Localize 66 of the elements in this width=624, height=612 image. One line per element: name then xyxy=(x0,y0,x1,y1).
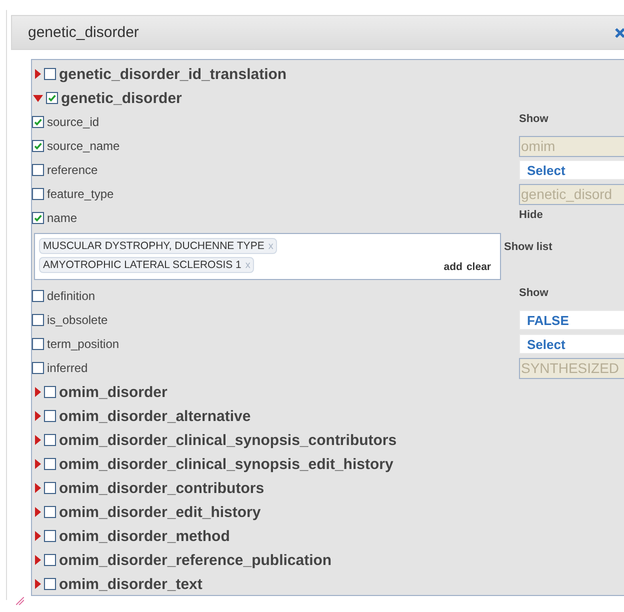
checkbox[interactable] xyxy=(44,434,56,446)
table-name[interactable]: genetic_disorder_id_translation xyxy=(59,66,287,82)
select-dropdown[interactable]: Select xyxy=(519,160,624,180)
field-name[interactable]: definition xyxy=(47,289,96,303)
checkbox[interactable] xyxy=(32,164,44,176)
collapsed-triangle-icon[interactable] xyxy=(35,579,41,589)
checkbox[interactable] xyxy=(44,554,56,566)
field-name[interactable]: inferred xyxy=(47,361,88,375)
filter-tag: AMYOTROPHIC LATERAL SCLEROSIS 1 x xyxy=(39,257,254,273)
checkbox[interactable] xyxy=(44,386,56,398)
checkbox[interactable] xyxy=(46,92,58,104)
table-name[interactable]: omim_disorder_edit_history xyxy=(59,504,261,520)
table-name[interactable]: omim_disorder_text xyxy=(59,576,202,592)
resize-handle-icon[interactable] xyxy=(16,597,24,605)
checkbox[interactable] xyxy=(44,482,56,494)
checkbox[interactable] xyxy=(32,362,44,374)
field-name[interactable]: name xyxy=(47,211,78,225)
filter-tag: MUSCULAR DYSTROPHY, DUCHENNE TYPE x xyxy=(39,238,278,254)
field-name[interactable]: source_id xyxy=(47,115,100,129)
tag-filter-field[interactable]: MUSCULAR DYSTROPHY, DUCHENNE TYPE x AMYOTROPHIC LATERAL SCLEROSIS 1 x add clear xyxy=(34,233,501,280)
checkbox[interactable] xyxy=(32,116,44,128)
collapsed-triangle-icon[interactable] xyxy=(35,507,41,517)
show-list-toggle[interactable]: Show list xyxy=(504,241,552,253)
checkbox[interactable] xyxy=(32,140,44,152)
dialog-title: genetic_disorder xyxy=(28,24,140,41)
checkbox[interactable] xyxy=(44,530,56,542)
table-name[interactable]: omim_disorder_alternative xyxy=(59,408,251,424)
table-name[interactable]: omim_disorder_method xyxy=(59,528,230,544)
field-name[interactable]: feature_type xyxy=(47,187,114,201)
collapsed-triangle-icon[interactable] xyxy=(35,69,41,79)
collapsed-triangle-icon[interactable] xyxy=(35,531,41,541)
field-name[interactable]: reference xyxy=(47,163,98,177)
checkbox[interactable] xyxy=(32,338,44,350)
table-name[interactable]: omim_disorder_reference_publication xyxy=(59,552,332,568)
collapsed-triangle-icon[interactable] xyxy=(35,387,41,397)
collapsed-triangle-icon[interactable] xyxy=(35,459,41,469)
checkbox[interactable] xyxy=(44,68,56,80)
checkbox[interactable] xyxy=(32,188,44,200)
select-dropdown[interactable]: Select xyxy=(519,334,624,354)
checkbox[interactable] xyxy=(32,290,44,302)
table-name[interactable]: omim_disorder xyxy=(59,384,168,400)
checkbox[interactable] xyxy=(44,410,56,422)
close-icon[interactable] xyxy=(615,28,624,38)
table-name[interactable]: omim_disorder_contributors xyxy=(59,480,264,496)
field-name[interactable]: is_obsolete xyxy=(47,313,108,327)
table-name[interactable]: genetic_disorder xyxy=(61,90,182,106)
table-name[interactable]: omim_disorder_clinical_synopsis_contributors xyxy=(59,432,397,448)
expanded-triangle-icon[interactable] xyxy=(33,94,43,102)
collapsed-triangle-icon[interactable] xyxy=(35,435,41,445)
checkbox[interactable] xyxy=(44,458,56,470)
toggle-label[interactable]: Show xyxy=(519,113,548,125)
collapsed-triangle-icon[interactable] xyxy=(35,411,41,421)
checkbox[interactable] xyxy=(32,212,44,224)
filter-action-link[interactable]: add xyxy=(444,261,462,273)
checkbox[interactable] xyxy=(32,314,44,326)
field-name[interactable]: source_name xyxy=(47,139,120,153)
checkbox[interactable] xyxy=(44,578,56,590)
toggle-label[interactable]: Hide xyxy=(519,209,543,221)
checkbox[interactable] xyxy=(44,506,56,518)
table-name[interactable]: omim_disorder_clinical_synopsis_edit_history xyxy=(59,456,394,472)
collapsed-triangle-icon[interactable] xyxy=(35,483,41,493)
collapsed-triangle-icon[interactable] xyxy=(35,555,41,565)
toggle-label[interactable]: Show xyxy=(519,287,548,299)
field-name[interactable]: term_position xyxy=(47,337,120,351)
select-dropdown[interactable]: FALSE xyxy=(519,310,624,330)
filter-action-link[interactable]: clear xyxy=(466,261,491,273)
